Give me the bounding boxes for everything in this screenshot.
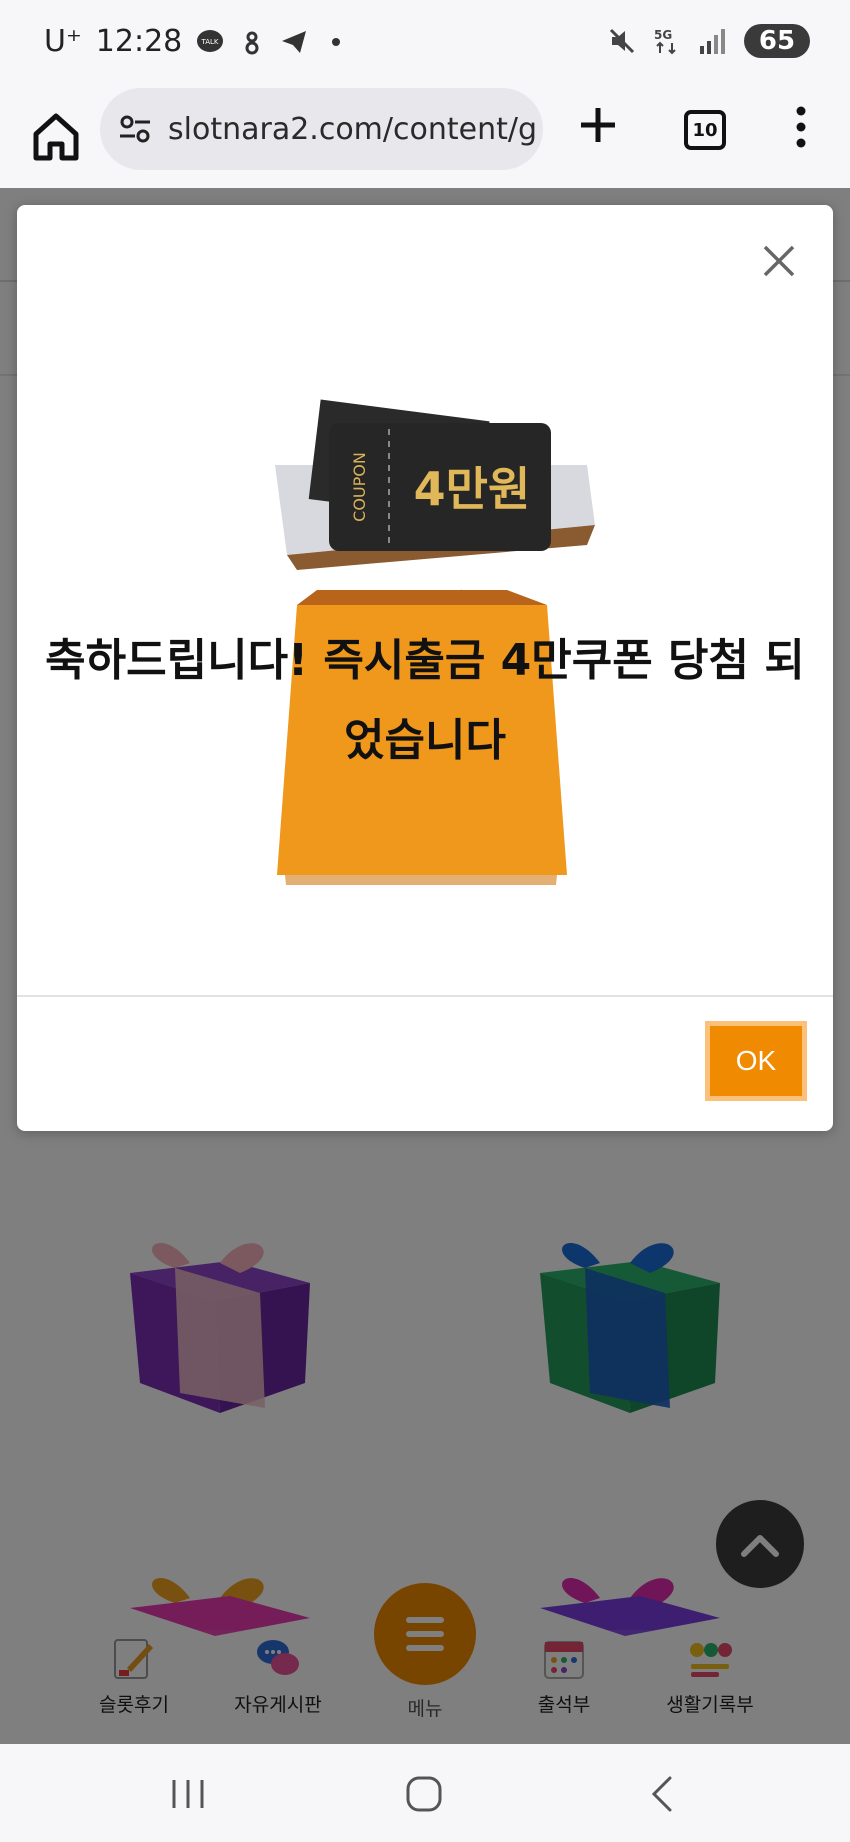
address-bar[interactable]: slotnara2.com/content/g xyxy=(100,88,543,170)
carrier-label: U⁺ xyxy=(44,24,82,59)
system-nav-bar xyxy=(0,1744,850,1842)
modal-divider xyxy=(17,995,833,997)
tabs-button[interactable]: 10 xyxy=(684,110,726,150)
modal-message: 축하드립니다! 즉시출금 4만쿠폰 당첨 되었습니다 xyxy=(45,635,805,766)
url-text[interactable]: slotnara2.com/content/g xyxy=(168,112,537,147)
coupon-modal: COUPON 4만원 축하드립니다! 즉시출금 4만쿠폰 당첨 되었습니다 OK xyxy=(17,205,833,1131)
svg-text:TALK: TALK xyxy=(201,38,219,46)
notification-icon xyxy=(245,31,259,54)
coupon-value: 4만원 xyxy=(414,462,531,516)
recent-apps-icon[interactable] xyxy=(166,1772,210,1816)
browser-toolbar: slotnara2.com/content/g 10 xyxy=(0,86,850,188)
more-icon[interactable] xyxy=(786,104,816,150)
clock: 12:28 xyxy=(95,24,183,59)
svg-text:5G: 5G xyxy=(654,28,672,42)
dot-icon xyxy=(332,37,341,46)
status-bar: U⁺ 12:28 TALK 5G 65 xyxy=(0,0,850,86)
ok-button[interactable]: OK xyxy=(705,1021,807,1101)
signal-icon xyxy=(700,29,725,54)
site-settings-icon[interactable] xyxy=(118,112,152,146)
kakaotalk-icon: TALK xyxy=(197,29,224,52)
close-icon[interactable] xyxy=(759,241,799,281)
back-icon[interactable] xyxy=(640,1772,684,1816)
home-nav-icon[interactable] xyxy=(402,1772,446,1816)
mute-icon xyxy=(609,28,635,54)
modal-body: COUPON 4만원 축하드립니다! 즉시출금 4만쿠폰 당첨 되었습니다 xyxy=(17,205,833,995)
telegram-icon xyxy=(282,30,307,53)
5g-icon: 5G xyxy=(654,28,676,55)
home-icon[interactable] xyxy=(26,106,86,166)
battery-indicator: 65 xyxy=(744,24,810,58)
coupon-label: COUPON xyxy=(350,452,369,522)
new-tab-icon[interactable] xyxy=(575,102,621,148)
